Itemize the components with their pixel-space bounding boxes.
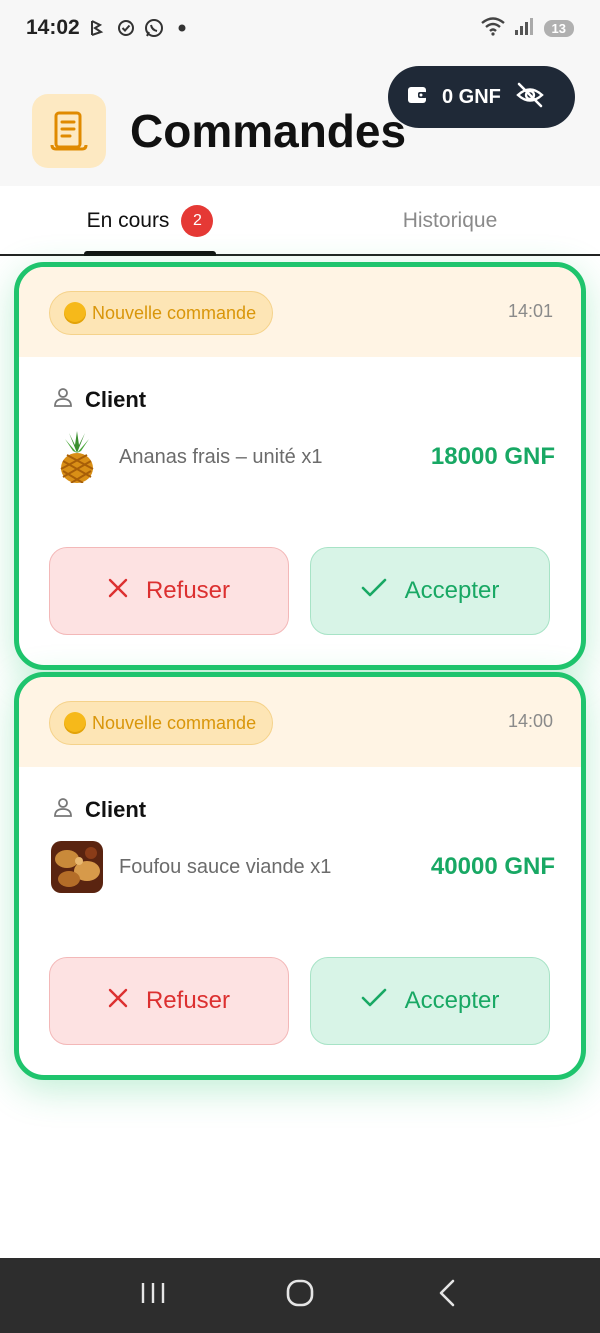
wallet-icon xyxy=(406,84,428,111)
status-badge: Nouvelle commande xyxy=(49,291,274,335)
tab-en-cours[interactable]: En cours 2 xyxy=(0,186,300,256)
home-icon xyxy=(285,1278,315,1313)
orders-list: Nouvelle commande 14:01 Client Ananas fr… xyxy=(0,258,600,1258)
check-circle-icon xyxy=(116,18,136,38)
media-icon xyxy=(88,18,108,38)
status-label: Nouvelle commande xyxy=(92,712,257,733)
order-time: 14:00 xyxy=(507,711,553,731)
back-button[interactable] xyxy=(417,1266,477,1326)
wallet-balance-button[interactable]: 0 GNF xyxy=(388,66,575,128)
pineapple-image xyxy=(51,431,103,483)
close-icon xyxy=(108,987,128,1015)
accept-button[interactable]: Accepter xyxy=(310,547,550,635)
page-title: Commandes xyxy=(130,105,407,157)
wallet-amount: 0 GNF xyxy=(442,85,501,108)
check-icon xyxy=(361,577,387,605)
status-badge: Nouvelle commande xyxy=(49,701,274,745)
tab-historique[interactable]: Historique xyxy=(300,186,600,256)
receipt-icon xyxy=(32,94,106,168)
status-left: 14:02 xyxy=(26,16,192,40)
home-button[interactable] xyxy=(270,1266,330,1326)
system-nav-bar xyxy=(0,1258,600,1333)
accept-label: Accepter xyxy=(404,987,500,1014)
order-item-row: Ananas frais – unité x1 18000 GNF xyxy=(51,429,555,485)
status-right: 13 xyxy=(480,16,574,41)
eye-off-icon[interactable] xyxy=(515,82,545,113)
order-card: Nouvelle commande 14:00 Client Foufou sa… xyxy=(14,672,586,1080)
item-name: Foufou sauce viande x1 xyxy=(119,855,332,878)
status-time: 14:02 xyxy=(26,16,80,39)
back-icon xyxy=(437,1278,457,1313)
wifi-icon xyxy=(480,16,506,41)
refuse-label: Refuser xyxy=(145,577,231,604)
user-icon xyxy=(53,797,73,823)
battery-indicator: 13 xyxy=(543,19,574,37)
status-label: Nouvelle commande xyxy=(92,302,257,323)
signal-icon xyxy=(514,16,536,41)
dish-image xyxy=(51,841,103,893)
status-dot-icon xyxy=(64,302,86,324)
order-card-header: Nouvelle commande 14:01 xyxy=(19,267,581,357)
app-header: Commandes 0 GNF xyxy=(0,56,600,186)
item-name: Ananas frais – unité x1 xyxy=(119,445,323,468)
check-icon xyxy=(361,987,387,1015)
order-card: Nouvelle commande 14:01 Client Ananas fr… xyxy=(14,262,586,670)
recent-apps-icon xyxy=(139,1281,167,1310)
user-icon xyxy=(53,387,73,413)
tab-bar: En cours 2 Historique xyxy=(0,186,600,256)
whatsapp-icon xyxy=(144,18,164,38)
recent-apps-button[interactable] xyxy=(123,1266,183,1326)
tab-label: Historique xyxy=(402,209,498,232)
accept-button[interactable]: Accepter xyxy=(310,957,550,1045)
status-dot-icon xyxy=(64,712,86,734)
order-card-header: Nouvelle commande 14:00 xyxy=(19,677,581,767)
order-item-row: Foufou sauce viande x1 40000 GNF xyxy=(51,839,555,895)
customer-name: Client xyxy=(85,387,147,412)
count-badge: 2 xyxy=(181,205,214,237)
item-price: 18000 GNF xyxy=(430,443,555,470)
refuse-button[interactable]: Refuser xyxy=(49,957,289,1045)
customer-row: Client xyxy=(53,797,146,823)
customer-name: Client xyxy=(85,797,147,822)
item-price: 40000 GNF xyxy=(430,853,555,880)
order-time: 14:01 xyxy=(507,301,553,321)
status-bar: 14:02 13 xyxy=(0,0,600,56)
active-tab-indicator xyxy=(84,251,216,256)
refuse-button[interactable]: Refuser xyxy=(49,547,289,635)
notification-dot-icon xyxy=(172,18,192,38)
tab-label: En cours xyxy=(86,209,170,232)
customer-row: Client xyxy=(53,387,146,413)
close-icon xyxy=(108,577,128,605)
accept-label: Accepter xyxy=(404,577,500,604)
refuse-label: Refuser xyxy=(145,987,231,1014)
